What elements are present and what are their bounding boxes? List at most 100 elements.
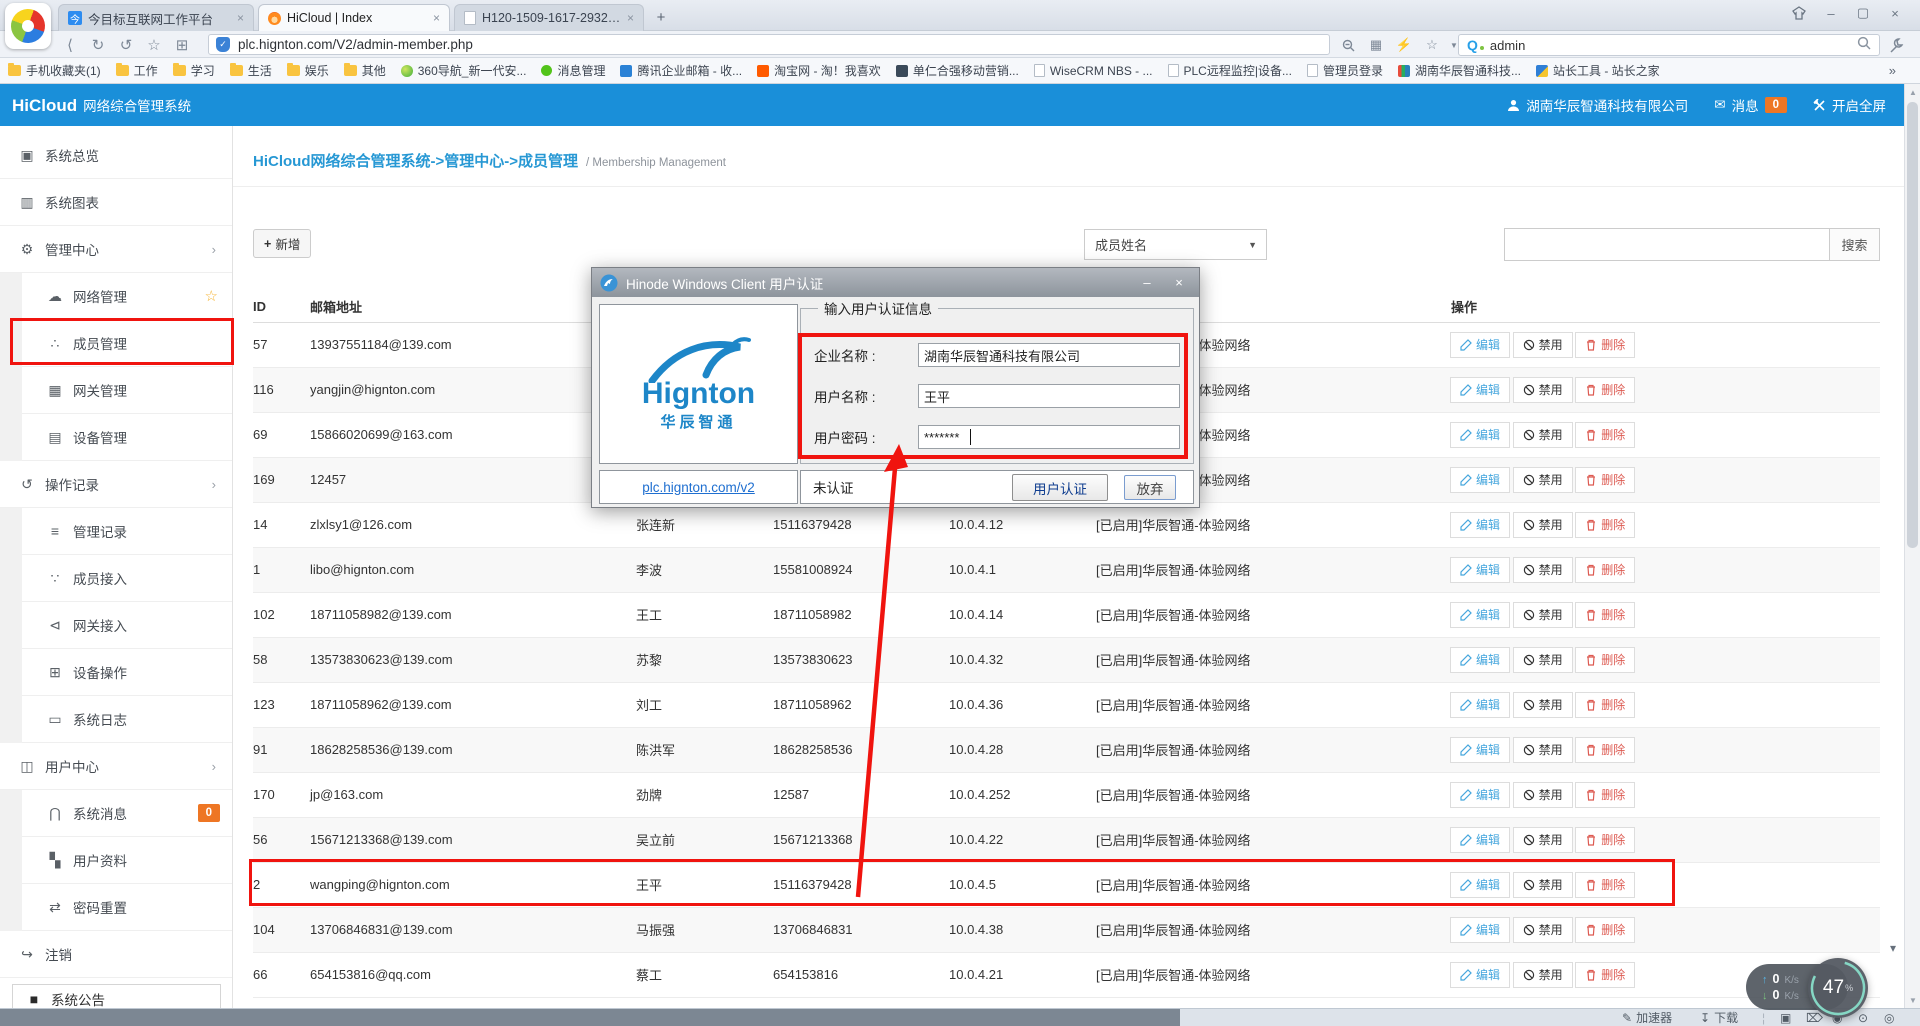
disable-button[interactable]: 禁用 bbox=[1513, 422, 1573, 448]
browser-tab-2-active[interactable]: HiCloud | Index × bbox=[258, 4, 450, 31]
sidebar-item-system-messages[interactable]: ⋂ 系统消息 0 bbox=[0, 790, 232, 837]
bookmark-item[interactable]: 生活 bbox=[230, 62, 272, 79]
sidebar-item-device-operations[interactable]: ⊞ 设备操作 bbox=[0, 649, 232, 696]
password-field[interactable] bbox=[918, 425, 1180, 449]
browser-tab-1[interactable]: 今 今目标互联网工作平台 × bbox=[58, 4, 254, 31]
lightning-icon[interactable]: ⚡ bbox=[1392, 34, 1416, 56]
search-query-text[interactable]: admin bbox=[1490, 38, 1851, 53]
dialog-minimize-icon[interactable]: – bbox=[1135, 275, 1159, 290]
skin-icon[interactable] bbox=[1786, 3, 1812, 23]
cell-email-link[interactable]: libo@hignton.com bbox=[310, 547, 636, 592]
cell-email-link[interactable]: 18711058982@139.com bbox=[310, 592, 636, 637]
delete-button[interactable]: 删除 bbox=[1575, 782, 1635, 808]
disable-button[interactable]: 禁用 bbox=[1513, 512, 1573, 538]
bookmark-item[interactable]: 湖南华辰智通科技... bbox=[1398, 62, 1521, 79]
cell-email-link[interactable]: 15866020699@163.com bbox=[310, 412, 636, 457]
sidebar-item-network-management[interactable]: ☁ 网络管理 ☆ bbox=[0, 273, 232, 320]
history-icon[interactable]: ↺ bbox=[114, 31, 138, 58]
bookmark-item[interactable]: 淘宝网 - 淘！我喜欢 bbox=[757, 62, 881, 79]
cell-email-link[interactable]: yangjin@hignton.com bbox=[310, 367, 636, 412]
bookmark-item[interactable]: 娱乐 bbox=[287, 62, 329, 79]
company-field[interactable] bbox=[918, 343, 1180, 367]
sidebar-item-system-announcement[interactable]: ■ 系统公告 bbox=[12, 984, 221, 1008]
sidebar-item-gateway-management[interactable]: ▦ 网关管理 bbox=[0, 367, 232, 414]
edit-button[interactable]: 编辑 bbox=[1450, 962, 1510, 988]
delete-button[interactable]: 删除 bbox=[1575, 467, 1635, 493]
delete-button[interactable]: 删除 bbox=[1575, 827, 1635, 853]
disable-button[interactable]: 禁用 bbox=[1513, 692, 1573, 718]
sidebar-item-operation-records[interactable]: ↺ 操作记录 › bbox=[0, 461, 232, 508]
edit-button[interactable]: 编辑 bbox=[1450, 602, 1510, 628]
edit-button[interactable]: 编辑 bbox=[1450, 557, 1510, 583]
fullscreen-button[interactable]: 开启全屏 bbox=[1813, 95, 1886, 115]
edit-button[interactable]: 编辑 bbox=[1450, 512, 1510, 538]
reload-icon[interactable]: ↻ bbox=[86, 31, 110, 58]
bookmark-item[interactable]: 工作 bbox=[116, 62, 158, 79]
delete-button[interactable]: 删除 bbox=[1575, 647, 1635, 673]
disable-button[interactable]: 禁用 bbox=[1513, 377, 1573, 403]
sidebar-item-management-center[interactable]: ⚙ 管理中心 › bbox=[0, 226, 232, 273]
portal-link[interactable]: plc.hignton.com/v2 bbox=[642, 480, 755, 495]
company-menu[interactable]: 湖南华辰智通科技有限公司 bbox=[1507, 95, 1688, 115]
favorite-star-icon[interactable]: ☆ bbox=[142, 31, 166, 58]
tab-close-icon[interactable]: × bbox=[237, 11, 244, 25]
delete-button[interactable]: 删除 bbox=[1575, 962, 1635, 988]
sidebar-item-management-records[interactable]: ≡ 管理记录 bbox=[0, 508, 232, 555]
bookmark-item[interactable]: 腾讯企业邮箱 - 收... bbox=[620, 62, 742, 79]
disable-button[interactable]: 禁用 bbox=[1513, 872, 1573, 898]
disable-button[interactable]: 禁用 bbox=[1513, 467, 1573, 493]
edit-button[interactable]: 编辑 bbox=[1450, 872, 1510, 898]
zoom-out-icon[interactable] bbox=[1336, 34, 1360, 56]
capture-icon[interactable]: ▣ bbox=[1780, 1009, 1791, 1026]
cell-email-link[interactable]: 18711058962@139.com bbox=[310, 682, 636, 727]
bookmark-item[interactable]: 站长工具 - 站长之家 bbox=[1536, 62, 1660, 79]
cell-email-link[interactable]: 18628258536@139.com bbox=[310, 727, 636, 772]
tab-close-icon[interactable]: × bbox=[433, 11, 440, 25]
delete-button[interactable]: 删除 bbox=[1575, 557, 1635, 583]
address-bar[interactable]: ✓ plc.hignton.com/V2/admin-member.php bbox=[208, 34, 1330, 55]
edit-button[interactable]: 编辑 bbox=[1450, 827, 1510, 853]
delete-button[interactable]: 删除 bbox=[1575, 692, 1635, 718]
browser-search-box[interactable]: Q admin bbox=[1458, 34, 1880, 56]
edit-button[interactable]: 编辑 bbox=[1450, 647, 1510, 673]
sidebar-item-gateway-access[interactable]: ⊲ 网关接入 bbox=[0, 602, 232, 649]
edit-button[interactable]: 编辑 bbox=[1450, 692, 1510, 718]
cell-email-link[interactable]: zlxlsy1@126.com bbox=[310, 502, 636, 547]
delete-button[interactable]: 删除 bbox=[1575, 602, 1635, 628]
cell-email-link[interactable]: 15671213368@139.com bbox=[310, 817, 636, 862]
cell-email-link[interactable]: wangping@hignton.com bbox=[310, 862, 636, 907]
disable-button[interactable]: 禁用 bbox=[1513, 557, 1573, 583]
bookmark-item[interactable]: 手机收藏夹(1) bbox=[8, 62, 101, 79]
disable-button[interactable]: 禁用 bbox=[1513, 602, 1573, 628]
wrench-icon[interactable] bbox=[1884, 34, 1908, 56]
authenticate-button[interactable]: 用户认证 bbox=[1012, 474, 1108, 501]
bookmark-item[interactable]: 消息管理 bbox=[541, 62, 605, 79]
scroll-down-icon[interactable]: ▼ bbox=[1905, 992, 1920, 1008]
sidebar-item-member-management[interactable]: ∴ 成员管理 bbox=[0, 320, 232, 367]
bookmark-item[interactable]: 单仁合强移动营销... bbox=[896, 62, 1019, 79]
bookmark-item[interactable]: WiseCRM NBS - ... bbox=[1034, 64, 1153, 78]
username-field[interactable] bbox=[918, 384, 1180, 408]
add-member-button[interactable]: + 新增 bbox=[253, 229, 311, 258]
sidebar-item-logout[interactable]: ↪ 注销 bbox=[0, 931, 232, 978]
bookmark-item[interactable]: 其他 bbox=[344, 62, 386, 79]
sidebar-item-system-charts[interactable]: ▥ 系统图表 bbox=[0, 179, 232, 226]
settings-icon[interactable]: ◎ bbox=[1884, 1009, 1894, 1026]
sidebar-item-system-logs[interactable]: ▭ 系统日志 bbox=[0, 696, 232, 743]
browser-tab-3[interactable]: H120-1509-1617-2932-77 × bbox=[454, 4, 644, 31]
edit-button[interactable]: 编辑 bbox=[1450, 467, 1510, 493]
cell-email-link[interactable]: 12457 bbox=[310, 457, 636, 502]
sidebar-item-member-access[interactable]: ∵ 成员接入 bbox=[0, 555, 232, 602]
delete-button[interactable]: 删除 bbox=[1575, 737, 1635, 763]
tab-close-icon[interactable]: × bbox=[627, 11, 634, 25]
edit-button[interactable]: 编辑 bbox=[1450, 782, 1510, 808]
edit-button[interactable]: 编辑 bbox=[1450, 737, 1510, 763]
disable-button[interactable]: 禁用 bbox=[1513, 782, 1573, 808]
delete-button[interactable]: 删除 bbox=[1575, 512, 1635, 538]
scroll-up-icon[interactable]: ▲ bbox=[1905, 84, 1920, 100]
cell-email-link[interactable]: 13573830623@139.com bbox=[310, 637, 636, 682]
accelerator-button[interactable]: ✎ 加速器 bbox=[1622, 1009, 1672, 1026]
messages-menu[interactable]: ✉ 消息 0 bbox=[1714, 95, 1787, 115]
url-text[interactable]: plc.hignton.com/V2/admin-member.php bbox=[238, 37, 473, 52]
delete-button[interactable]: 删除 bbox=[1575, 377, 1635, 403]
